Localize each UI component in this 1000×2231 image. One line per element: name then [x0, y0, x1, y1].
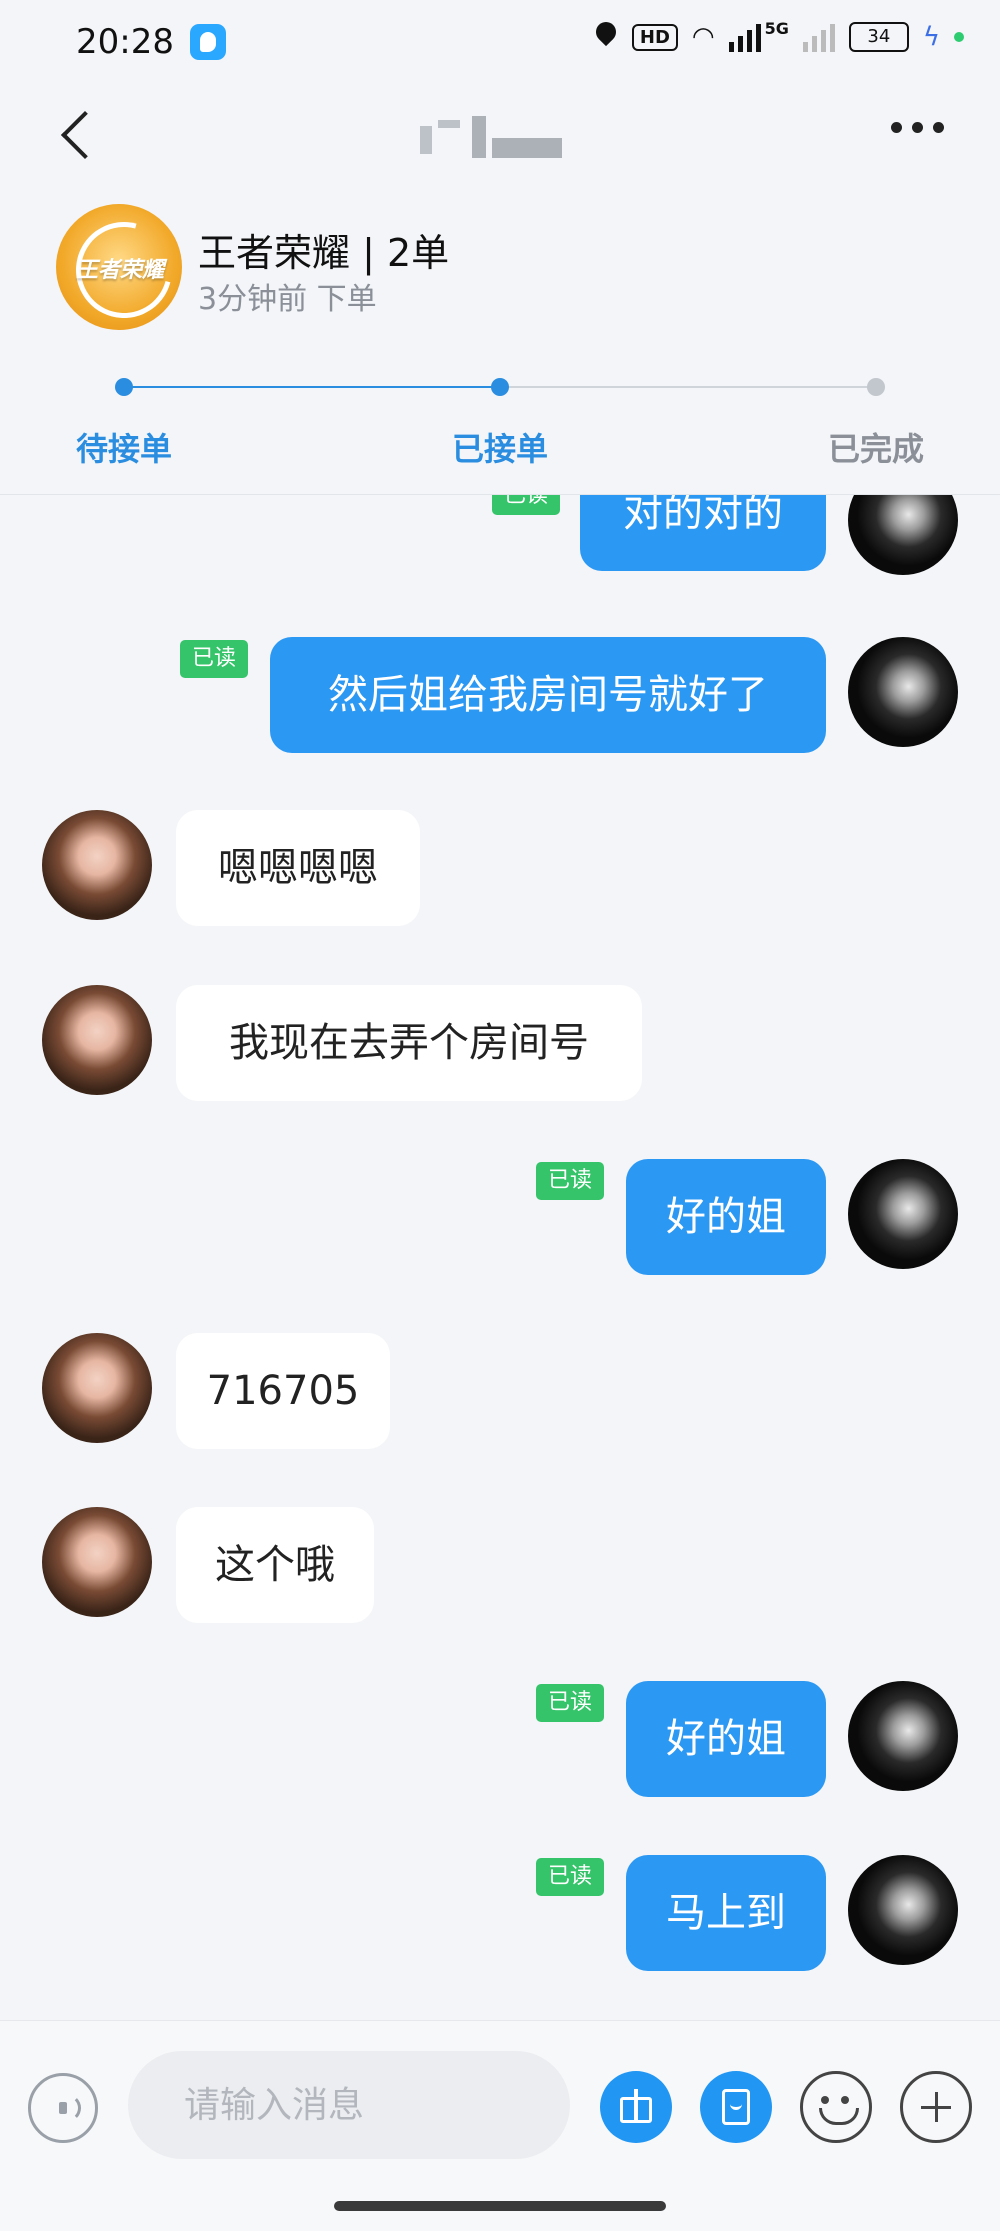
message-input[interactable] [128, 2051, 570, 2159]
message-bubble-received[interactable]: 嗯嗯嗯嗯 [176, 810, 420, 926]
contact-avatar[interactable] [42, 1333, 152, 1443]
progress-line-done [124, 386, 500, 388]
message-bubble-received[interactable]: 这个哦 [176, 1507, 374, 1623]
home-indicator[interactable] [334, 2201, 666, 2211]
message-bubble-received[interactable]: 我现在去弄个房间号 [176, 985, 642, 1101]
chat-message-list[interactable]: 已读 对的对的 已读 然后姐给我房间号就好了 嗯嗯嗯嗯 我现在去弄个房间号 已读… [0, 495, 1000, 2020]
message-bubble-sent[interactable]: 好的姐 [626, 1159, 826, 1275]
status-time: 20:28 [76, 22, 174, 62]
location-icon [594, 22, 618, 52]
progress-line-pending [500, 386, 876, 388]
my-avatar[interactable] [848, 1159, 958, 1269]
step-dot-accepted [491, 378, 509, 396]
read-badge: 已读 [180, 640, 248, 678]
input-bar [0, 2020, 1000, 2231]
status-icons: HD ◠ 5G 34 ϟ [594, 18, 964, 52]
order-title[interactable]: 王者荣耀 | 2单 [198, 222, 449, 277]
contact-avatar[interactable] [42, 985, 152, 1095]
step-dot-completed [867, 378, 885, 396]
status-bar: 20:28 HD ◠ 5G 34 ϟ [0, 0, 1000, 84]
read-badge: 已读 [492, 495, 560, 515]
message-bubble-sent[interactable]: 对的对的 [580, 495, 826, 571]
contact-avatar[interactable] [42, 1507, 152, 1617]
gift-icon[interactable] [600, 2071, 672, 2143]
voice-icon[interactable] [28, 2073, 98, 2143]
read-badge: 已读 [536, 1858, 604, 1896]
my-avatar[interactable] [848, 1855, 958, 1965]
plus-icon[interactable] [900, 2071, 972, 2143]
signal-2-icon [802, 22, 835, 52]
step-label-completed: 已完成 [827, 430, 924, 468]
app-notification-icon [190, 24, 226, 60]
step-dot-pending-accept [115, 378, 133, 396]
emoji-icon[interactable] [800, 2071, 872, 2143]
my-avatar[interactable] [848, 1681, 958, 1791]
order-time: 3分钟前 下单 [198, 282, 377, 317]
step-label-pending-accept: 待接单 [75, 430, 172, 468]
hd-network-icon: HD [631, 23, 678, 51]
contact-avatar[interactable] [42, 810, 152, 920]
my-avatar[interactable] [848, 495, 958, 575]
game-logo: 王者荣耀 [56, 204, 182, 330]
read-badge: 已读 [536, 1162, 604, 1200]
charging-icon: ϟ [922, 22, 940, 52]
wifi-icon: ◠ [691, 22, 715, 52]
battery-icon: 34 [848, 22, 909, 52]
step-label-accepted: 已接单 [451, 430, 548, 468]
message-bubble-sent[interactable]: 好的姐 [626, 1681, 826, 1797]
chat-header: 王者荣耀 王者荣耀 | 2单 3分钟前 下单 待接单 已接单 已完成 [0, 84, 1000, 495]
message-bubble-sent[interactable]: 然后姐给我房间号就好了 [270, 637, 826, 753]
my-avatar[interactable] [848, 637, 958, 747]
more-icon[interactable] [891, 122, 944, 133]
read-badge: 已读 [536, 1684, 604, 1722]
message-bubble-sent[interactable]: 马上到 [626, 1855, 826, 1971]
contact-name-redacted [420, 116, 580, 160]
privacy-dot-icon [954, 32, 964, 42]
5g-label: 5G [764, 18, 789, 38]
signal-icon [728, 22, 761, 52]
back-icon[interactable] [56, 104, 96, 164]
message-bubble-received[interactable]: 716705 [176, 1333, 390, 1449]
red-packet-icon[interactable] [700, 2071, 772, 2143]
